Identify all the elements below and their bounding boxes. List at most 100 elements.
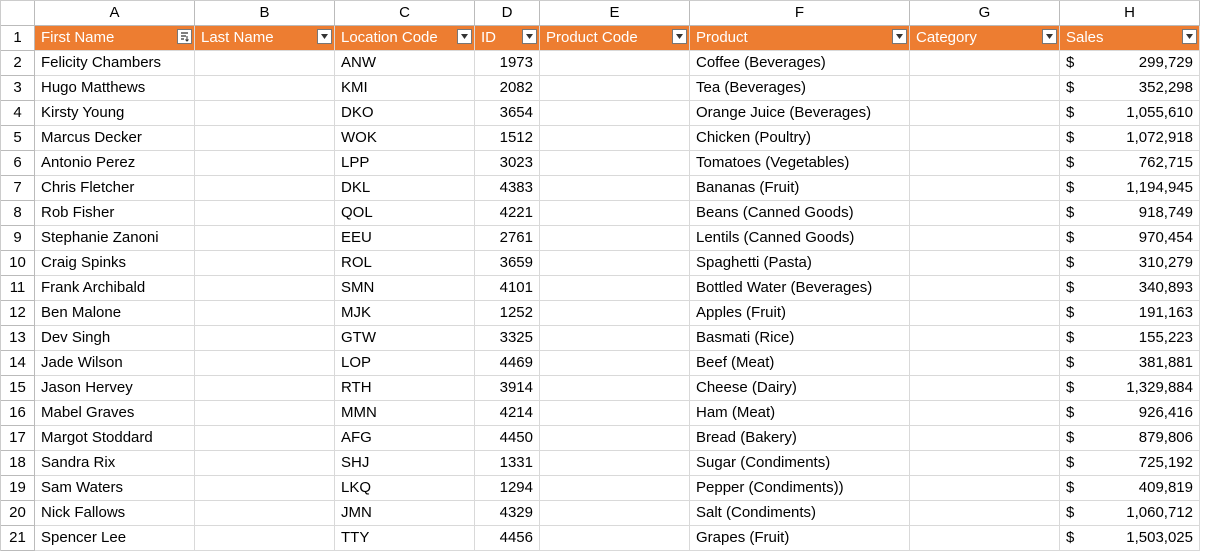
cell-C15[interactable]: RTH [335, 376, 475, 401]
cell-G6[interactable] [910, 151, 1060, 176]
cell-B9[interactable] [195, 226, 335, 251]
cell-C6[interactable]: LPP [335, 151, 475, 176]
cell-C20[interactable]: JMN [335, 501, 475, 526]
cell-D17[interactable]: 4450 [475, 426, 540, 451]
column-header-E[interactable]: E [540, 1, 690, 26]
select-all-corner[interactable] [1, 1, 35, 26]
column-header-D[interactable]: D [475, 1, 540, 26]
cell-F3[interactable]: Tea (Beverages) [690, 76, 910, 101]
cell-D9[interactable]: 2761 [475, 226, 540, 251]
cell-H2[interactable]: $299,729 [1060, 51, 1200, 76]
cell-F8[interactable]: Beans (Canned Goods) [690, 201, 910, 226]
cell-F5[interactable]: Chicken (Poultry) [690, 126, 910, 151]
cell-D21[interactable]: 4456 [475, 526, 540, 551]
cell-C7[interactable]: DKL [335, 176, 475, 201]
cell-F2[interactable]: Coffee (Beverages) [690, 51, 910, 76]
cell-B10[interactable] [195, 251, 335, 276]
cell-B6[interactable] [195, 151, 335, 176]
cell-B4[interactable] [195, 101, 335, 126]
cell-A5[interactable]: Marcus Decker [35, 126, 195, 151]
cell-E2[interactable] [540, 51, 690, 76]
cell-H8[interactable]: $918,749 [1060, 201, 1200, 226]
cell-C16[interactable]: MMN [335, 401, 475, 426]
cell-B8[interactable] [195, 201, 335, 226]
cell-B15[interactable] [195, 376, 335, 401]
cell-B13[interactable] [195, 326, 335, 351]
row-header-17[interactable]: 17 [1, 426, 35, 451]
row-header-14[interactable]: 14 [1, 351, 35, 376]
cell-D14[interactable]: 4469 [475, 351, 540, 376]
cell-F15[interactable]: Cheese (Dairy) [690, 376, 910, 401]
cell-B21[interactable] [195, 526, 335, 551]
cell-H9[interactable]: $970,454 [1060, 226, 1200, 251]
table-header-B[interactable]: Last Name [195, 26, 335, 51]
cell-H21[interactable]: $1,503,025 [1060, 526, 1200, 551]
row-header-15[interactable]: 15 [1, 376, 35, 401]
cell-A18[interactable]: Sandra Rix [35, 451, 195, 476]
cell-E3[interactable] [540, 76, 690, 101]
row-header-1[interactable]: 1 [1, 26, 35, 51]
cell-B17[interactable] [195, 426, 335, 451]
cell-B2[interactable] [195, 51, 335, 76]
cell-G12[interactable] [910, 301, 1060, 326]
cell-G9[interactable] [910, 226, 1060, 251]
cell-C9[interactable]: EEU [335, 226, 475, 251]
cell-F9[interactable]: Lentils (Canned Goods) [690, 226, 910, 251]
cell-D8[interactable]: 4221 [475, 201, 540, 226]
cell-C4[interactable]: DKO [335, 101, 475, 126]
cell-H19[interactable]: $409,819 [1060, 476, 1200, 501]
cell-A7[interactable]: Chris Fletcher [35, 176, 195, 201]
cell-D16[interactable]: 4214 [475, 401, 540, 426]
cell-C10[interactable]: ROL [335, 251, 475, 276]
cell-D4[interactable]: 3654 [475, 101, 540, 126]
cell-H7[interactable]: $1,194,945 [1060, 176, 1200, 201]
cell-A16[interactable]: Mabel Graves [35, 401, 195, 426]
cell-E6[interactable] [540, 151, 690, 176]
cell-H4[interactable]: $1,055,610 [1060, 101, 1200, 126]
cell-E16[interactable] [540, 401, 690, 426]
table-header-E[interactable]: Product Code [540, 26, 690, 51]
column-header-A[interactable]: A [35, 1, 195, 26]
row-header-12[interactable]: 12 [1, 301, 35, 326]
cell-C12[interactable]: MJK [335, 301, 475, 326]
cell-H10[interactable]: $310,279 [1060, 251, 1200, 276]
cell-H5[interactable]: $1,072,918 [1060, 126, 1200, 151]
cell-E10[interactable] [540, 251, 690, 276]
cell-D13[interactable]: 3325 [475, 326, 540, 351]
cell-A11[interactable]: Frank Archibald [35, 276, 195, 301]
cell-A13[interactable]: Dev Singh [35, 326, 195, 351]
cell-F7[interactable]: Bananas (Fruit) [690, 176, 910, 201]
filter-dropdown-icon[interactable] [892, 29, 907, 44]
cell-A21[interactable]: Spencer Lee [35, 526, 195, 551]
cell-G3[interactable] [910, 76, 1060, 101]
table-header-G[interactable]: Category [910, 26, 1060, 51]
filter-dropdown-icon[interactable] [1182, 29, 1197, 44]
cell-C5[interactable]: WOK [335, 126, 475, 151]
cell-E7[interactable] [540, 176, 690, 201]
row-header-11[interactable]: 11 [1, 276, 35, 301]
cell-D12[interactable]: 1252 [475, 301, 540, 326]
row-header-20[interactable]: 20 [1, 501, 35, 526]
cell-D7[interactable]: 4383 [475, 176, 540, 201]
cell-F21[interactable]: Grapes (Fruit) [690, 526, 910, 551]
cell-H12[interactable]: $191,163 [1060, 301, 1200, 326]
cell-B11[interactable] [195, 276, 335, 301]
cell-C3[interactable]: KMI [335, 76, 475, 101]
cell-G19[interactable] [910, 476, 1060, 501]
cell-E8[interactable] [540, 201, 690, 226]
cell-G2[interactable] [910, 51, 1060, 76]
table-header-C[interactable]: Location Code [335, 26, 475, 51]
filter-dropdown-icon[interactable] [672, 29, 687, 44]
cell-E20[interactable] [540, 501, 690, 526]
cell-F17[interactable]: Bread (Bakery) [690, 426, 910, 451]
cell-D20[interactable]: 4329 [475, 501, 540, 526]
cell-D2[interactable]: 1973 [475, 51, 540, 76]
cell-B3[interactable] [195, 76, 335, 101]
table-header-D[interactable]: ID [475, 26, 540, 51]
cell-A17[interactable]: Margot Stoddard [35, 426, 195, 451]
cell-E13[interactable] [540, 326, 690, 351]
row-header-2[interactable]: 2 [1, 51, 35, 76]
cell-F18[interactable]: Sugar (Condiments) [690, 451, 910, 476]
cell-H20[interactable]: $1,060,712 [1060, 501, 1200, 526]
table-header-F[interactable]: Product [690, 26, 910, 51]
